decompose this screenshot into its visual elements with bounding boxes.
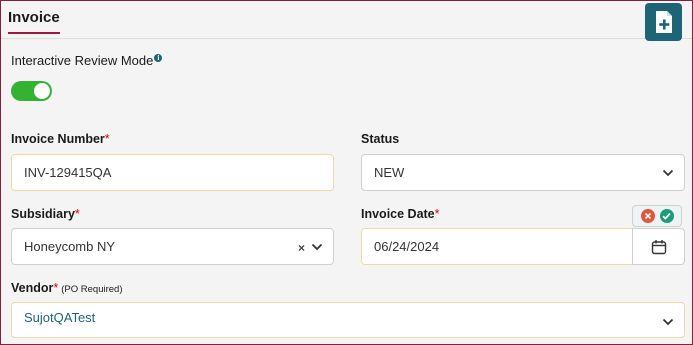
vendor-select[interactable]: SujotQATest — [11, 302, 685, 338]
clear-icon[interactable]: × — [298, 241, 305, 255]
invoice-date-input[interactable]: 06/24/2024 — [361, 228, 633, 265]
vendor-label-text: Vendor — [11, 281, 54, 295]
status-select[interactable]: NEW — [361, 154, 685, 191]
invoice-number-input[interactable]: INV-129415QA — [11, 154, 334, 191]
info-icon[interactable]: i — [154, 54, 163, 62]
accept-button[interactable] — [659, 209, 674, 223]
check-icon — [662, 212, 671, 220]
invoice-panel: Invoice Interactive Review Mode i Invoic… — [0, 0, 693, 345]
subsidiary-label-text: Subsidiary — [11, 207, 75, 221]
subsidiary-label: Subsidiary* — [11, 207, 80, 221]
review-mode-text: Interactive Review Mode — [11, 53, 154, 68]
add-document-icon — [655, 11, 672, 33]
add-document-button[interactable] — [645, 3, 682, 41]
required-marker: * — [74, 207, 80, 221]
required-marker: * — [434, 207, 440, 221]
subsidiary-value: Honeycomb NY — [24, 239, 116, 254]
vendor-note: (PO Required) — [61, 284, 123, 295]
invoice-number-label-text: Invoice Number — [11, 132, 105, 146]
invoice-date-value: 06/24/2024 — [374, 239, 440, 254]
vendor-value: SujotQATest — [24, 310, 96, 325]
subsidiary-select[interactable]: Honeycomb NY × — [11, 228, 334, 265]
status-value: NEW — [374, 165, 405, 180]
vendor-label: Vendor* (PO Required) — [11, 281, 123, 295]
calendar-icon — [651, 239, 666, 254]
date-review-actions — [632, 205, 682, 227]
toggle-knob — [34, 83, 50, 99]
required-marker: * — [53, 281, 59, 295]
invoice-number-label: Invoice Number* — [11, 132, 110, 146]
invoice-date-label: Invoice Date* — [361, 207, 440, 221]
calendar-button[interactable] — [632, 228, 685, 265]
chevron-down-icon — [662, 318, 674, 326]
chevron-down-icon — [311, 243, 323, 250]
reject-button[interactable] — [640, 209, 655, 223]
tab-bar: Invoice — [1, 1, 692, 41]
review-mode-toggle[interactable] — [11, 81, 52, 101]
status-label-text: Status — [361, 132, 400, 146]
status-label: Status — [361, 132, 399, 146]
tab-invoice[interactable]: Invoice — [8, 10, 60, 34]
chevron-down-icon — [662, 169, 674, 176]
close-icon — [644, 212, 651, 220]
required-marker: * — [104, 132, 110, 146]
review-mode-label: Interactive Review Mode i — [11, 53, 163, 68]
invoice-date-label-text: Invoice Date — [361, 207, 435, 221]
invoice-number-value: INV-129415QA — [24, 165, 112, 180]
